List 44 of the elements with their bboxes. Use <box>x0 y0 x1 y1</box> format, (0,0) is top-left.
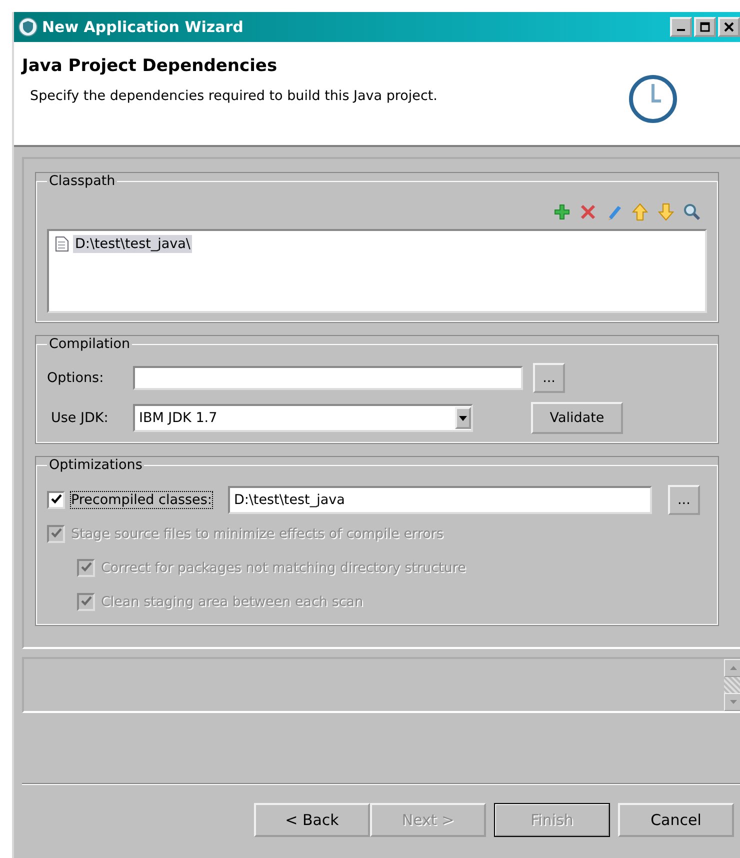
checkmark-icon <box>50 528 62 539</box>
add-icon[interactable] <box>553 203 571 221</box>
shield-icon <box>18 17 38 37</box>
maximize-icon <box>700 22 710 32</box>
scroll-down-icon <box>730 700 736 704</box>
browse-button[interactable]: ... <box>668 484 700 514</box>
checkmark-icon <box>80 596 92 607</box>
close-button[interactable] <box>718 17 740 37</box>
wizard-button[interactable]: < Back <box>254 803 370 837</box>
group-label: Classpath <box>48 173 116 189</box>
close-icon <box>724 22 734 32</box>
checkbox[interactable] <box>47 490 65 508</box>
down-arrow-icon[interactable] <box>657 203 675 221</box>
page-description: Specify the dependencies required to build this Java project. <box>29 88 438 104</box>
classpath-entry[interactable]: D:\test\test_java\ <box>73 235 192 253</box>
validate-button[interactable]: Validate <box>531 402 623 434</box>
window-title: New Application Wizard <box>42 18 244 36</box>
field-label: Use JDK: <box>50 410 110 426</box>
path-field[interactable]: D:\test\test_java <box>228 486 652 514</box>
page-title: Java Project Dependencies <box>22 56 278 76</box>
scroll-up-icon <box>730 666 736 670</box>
checkmark-icon <box>50 494 62 505</box>
up-arrow-icon[interactable] <box>631 203 649 221</box>
group-label: Compilation <box>48 336 132 352</box>
options-field[interactable] <box>133 366 523 390</box>
dropdown-arrow-icon <box>459 416 467 420</box>
maximize-button[interactable] <box>694 17 716 37</box>
wizard-button[interactable]: Cancel <box>618 803 734 837</box>
field-label: Options: <box>47 370 105 386</box>
delete-icon[interactable] <box>579 203 597 221</box>
minimize-icon <box>677 29 685 31</box>
checkmark-icon <box>80 562 92 573</box>
browse-button[interactable]: ... <box>533 363 565 393</box>
checkbox-label: Clean staging area between each scan <box>101 594 364 610</box>
minimize-button[interactable] <box>670 17 692 37</box>
search-icon[interactable] <box>683 203 701 221</box>
file-icon <box>55 236 69 252</box>
checkbox-label: Stage source files to minimize effects of compile errors <box>71 526 444 542</box>
checkbox-label: Correct for packages not matching directory structure <box>101 560 466 576</box>
checkbox-label: Precompiled classes: <box>71 492 212 508</box>
clock-icon <box>626 72 680 126</box>
group-label: Optimizations <box>48 457 144 473</box>
jdk-dropdown[interactable]: IBM JDK 1.7 <box>133 404 473 432</box>
scrollbar[interactable] <box>724 659 740 711</box>
